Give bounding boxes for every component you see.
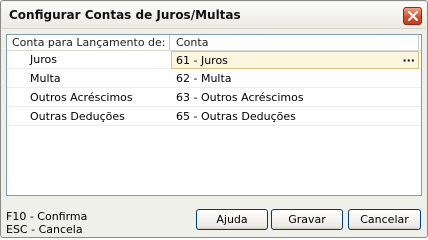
- hint-confirm: F10 - Confirma: [6, 210, 88, 223]
- account-cell-multa[interactable]: 62 - Multa: [171, 70, 419, 88]
- accounts-grid: Conta para Lançamento de: Conta Juros 61…: [6, 34, 422, 196]
- grid-row-outros-acrescimos[interactable]: Outros Acréscimos 63 - Outros Acréscimos: [7, 89, 421, 107]
- grid-row-outras-deducoes[interactable]: Outras Deduções 65 - Outras Deduções: [7, 108, 421, 126]
- close-icon: [408, 11, 418, 21]
- account-cell-outros-acrescimos[interactable]: 63 - Outros Acréscimos: [171, 89, 419, 107]
- row-type-label: Outros Acréscimos: [30, 91, 133, 104]
- help-button[interactable]: Ajuda: [196, 209, 268, 230]
- title-bar: Configurar Contas de Juros/Multas: [2, 2, 426, 29]
- account-value: 61 - Juros: [176, 54, 228, 67]
- cancel-button[interactable]: Cancelar: [348, 209, 421, 230]
- row-type-label: Multa: [30, 72, 61, 85]
- grid-row-juros[interactable]: Juros 61 - Juros ···: [7, 51, 421, 69]
- window-title: Configurar Contas de Juros/Multas: [9, 8, 241, 22]
- close-button[interactable]: [403, 7, 422, 25]
- grid-header: Conta para Lançamento de: Conta: [7, 35, 421, 51]
- column-header-type[interactable]: Conta para Lançamento de:: [7, 35, 170, 50]
- row-type-label: Outras Deduções: [30, 110, 125, 123]
- hint-cancel: ESC - Cancela: [6, 223, 83, 236]
- dialog-window: Configurar Contas de Juros/Multas Conta …: [0, 0, 428, 238]
- lookup-ellipsis-button[interactable]: ···: [402, 52, 415, 69]
- shortcut-hints: F10 - Confirma ESC - Cancela: [6, 210, 87, 236]
- column-header-account[interactable]: Conta: [171, 35, 419, 50]
- account-cell-outras-deducoes[interactable]: 65 - Outras Deduções: [171, 108, 419, 126]
- row-type-label: Juros: [30, 53, 57, 66]
- save-button[interactable]: Gravar: [271, 209, 343, 230]
- grid-row-multa[interactable]: Multa 62 - Multa: [7, 70, 421, 88]
- account-cell-juros[interactable]: 61 - Juros ···: [171, 51, 419, 69]
